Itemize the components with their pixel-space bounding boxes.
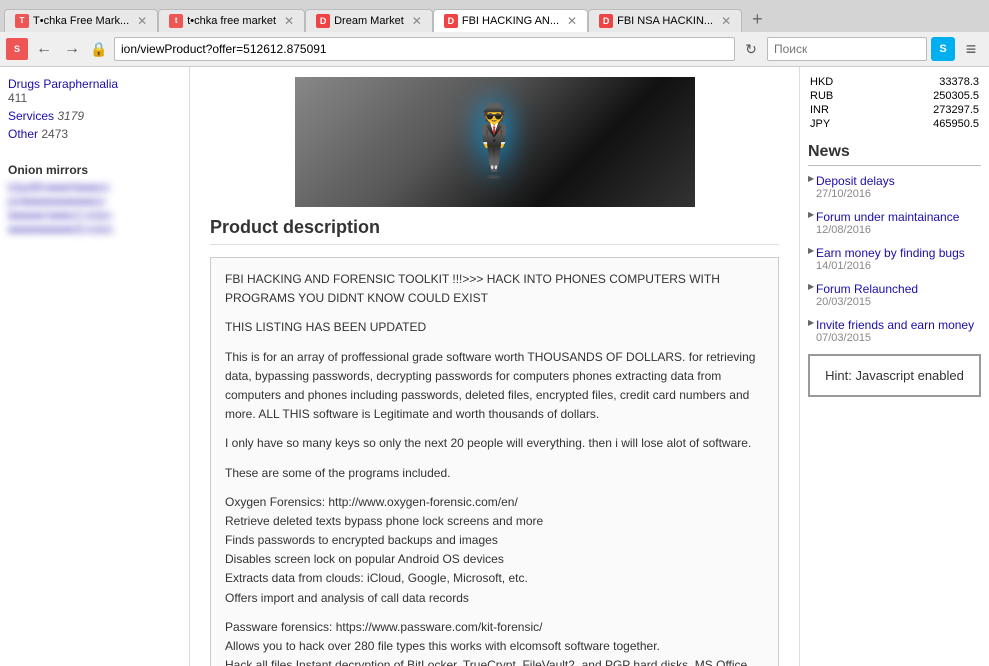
- product-image-inner: 🕴: [295, 77, 695, 207]
- reload-button[interactable]: ↻: [739, 37, 763, 61]
- hint-box: Hint: Javascript enabled: [808, 354, 981, 397]
- tab-2-favicon: t: [169, 14, 183, 28]
- onion-mirrors-title: Onion mirrors: [0, 155, 189, 181]
- currency-row-inr: INR 273297.5: [808, 103, 981, 117]
- hint-text: Hint: Javascript enabled: [825, 368, 964, 383]
- tab-4-close[interactable]: ✕: [567, 14, 577, 28]
- mirror-2[interactable]: jor●●●●●●●●●●●on: [0, 195, 189, 209]
- product-image-area: 🕴: [190, 67, 799, 217]
- mirror-3[interactable]: ●●●●●m●●●v2.onion: [0, 209, 189, 223]
- address-bar-row: S ← → 🔒 ↻ S ≡: [0, 32, 989, 66]
- news-item-4: Forum Relaunched 20/03/2015: [808, 282, 981, 308]
- desc-box: FBI HACKING AND FORENSIC TOOLKIT !!!>>> …: [210, 257, 779, 666]
- product-desc-title: Product description: [210, 217, 779, 245]
- tab-bar: T T•chka Free Mark... ✕ t t•chka free ma…: [0, 0, 989, 32]
- desc-para-6: Oxygen Forensics: http://www.oxygen-fore…: [225, 493, 764, 608]
- currency-code-rub: RUB: [808, 89, 869, 103]
- news-link-1[interactable]: Deposit delays: [816, 174, 981, 188]
- right-panel: HKD 33378.3 RUB 250305.5 INR 273297.5 JP…: [799, 67, 989, 666]
- news-date-3: 14/01/2016: [816, 260, 981, 272]
- services-link[interactable]: Services 3179: [8, 109, 84, 123]
- currency-row-hkd: HKD 33378.3: [808, 75, 981, 89]
- news-date-5: 07/03/2015: [816, 332, 981, 344]
- news-link-4[interactable]: Forum Relaunched: [816, 282, 981, 296]
- news-link-2[interactable]: Forum under maintainance: [816, 210, 981, 224]
- currency-value-jpy: 465950.5: [869, 117, 981, 131]
- services-count: 3179: [57, 109, 84, 123]
- tab-3-close[interactable]: ✕: [412, 14, 422, 28]
- product-description: Product description FBI HACKING AND FORE…: [190, 217, 799, 666]
- tab-5-close[interactable]: ✕: [721, 14, 731, 28]
- skype-button[interactable]: S: [931, 37, 955, 61]
- tab-5[interactable]: D FBI NSA HACKIN... ✕: [588, 9, 742, 32]
- menu-button[interactable]: ≡: [959, 37, 983, 61]
- news-date-2: 12/08/2016: [816, 224, 981, 236]
- onion-mirrors-section: Onion mirrors lcbydifm●●●4t●●●on jor●●●●…: [0, 155, 189, 237]
- tab-1-label: T•chka Free Mark...: [33, 15, 129, 27]
- back-button[interactable]: ←: [32, 37, 56, 61]
- currency-value-hkd: 33378.3: [869, 75, 981, 89]
- tab-5-favicon: D: [599, 14, 613, 28]
- address-input[interactable]: [114, 37, 735, 61]
- drugs-link[interactable]: Drugs Paraphernalia: [8, 77, 118, 91]
- security-icon: 🔒: [88, 38, 110, 60]
- product-image: 🕴: [295, 77, 695, 207]
- tab-1[interactable]: T T•chka Free Mark... ✕: [4, 9, 158, 32]
- browser-logo: S: [6, 38, 28, 60]
- news-item-3: Earn money by finding bugs 14/01/2016: [808, 246, 981, 272]
- desc-para-1: FBI HACKING AND FORENSIC TOOLKIT !!!>>> …: [225, 270, 764, 308]
- tab-4[interactable]: D FBI HACKING AN... ✕: [433, 9, 588, 32]
- forward-button[interactable]: →: [60, 37, 84, 61]
- tab-4-favicon: D: [444, 14, 458, 28]
- desc-para-3: This is for an array of proffessional gr…: [225, 348, 764, 425]
- tab-5-label: FBI NSA HACKIN...: [617, 15, 713, 27]
- mirror-4[interactable]: ●●●●●●●●●●3l.onion: [0, 223, 189, 237]
- news-date-1: 27/10/2016: [816, 188, 981, 200]
- desc-para-7: Passware forensics: https://www.passware…: [225, 618, 764, 666]
- search-input[interactable]: [767, 37, 927, 61]
- product-area: 🕴 Product description FBI HACKING AND FO…: [190, 67, 799, 666]
- tab-2[interactable]: t t•chka free market ✕: [158, 9, 305, 32]
- news-date-4: 20/03/2015: [816, 296, 981, 308]
- new-tab-button[interactable]: +: [742, 6, 773, 32]
- tab-3-favicon: D: [316, 14, 330, 28]
- news-title: News: [808, 143, 981, 166]
- mirror-1[interactable]: lcbydifm●●●4t●●●on: [0, 181, 189, 195]
- currency-code-jpy: JPY: [808, 117, 869, 131]
- other-link[interactable]: Other 2473: [8, 127, 68, 141]
- sidebar: Drugs Paraphernalia 411 Services 3179 Ot…: [0, 67, 190, 666]
- tab-3[interactable]: D Dream Market ✕: [305, 9, 433, 32]
- page: Drugs Paraphernalia 411 Services 3179 Ot…: [0, 67, 989, 666]
- news-link-5[interactable]: Invite friends and earn money: [816, 318, 981, 332]
- sidebar-item-services[interactable]: Services 3179: [0, 107, 189, 125]
- desc-para-5: These are some of the programs included.: [225, 464, 764, 483]
- currency-value-inr: 273297.5: [869, 103, 981, 117]
- drugs-count: 411: [8, 91, 181, 105]
- currency-table: HKD 33378.3 RUB 250305.5 INR 273297.5 JP…: [808, 75, 981, 131]
- news-item-1: Deposit delays 27/10/2016: [808, 174, 981, 200]
- hacker-figure-icon: 🕴: [451, 101, 538, 183]
- desc-para-4: I only have so many keys so only the nex…: [225, 434, 764, 453]
- news-link-3[interactable]: Earn money by finding bugs: [816, 246, 981, 260]
- tab-4-label: FBI HACKING AN...: [462, 15, 559, 27]
- currency-value-rub: 250305.5: [869, 89, 981, 103]
- tab-2-label: t•chka free market: [187, 15, 276, 27]
- sidebar-item-drugs[interactable]: Drugs Paraphernalia 411: [0, 75, 189, 107]
- news-item-2: Forum under maintainance 12/08/2016: [808, 210, 981, 236]
- currency-row-rub: RUB 250305.5: [808, 89, 981, 103]
- news-item-5: Invite friends and earn money 07/03/2015: [808, 318, 981, 344]
- currency-row-jpy: JPY 465950.5: [808, 117, 981, 131]
- tab-3-label: Dream Market: [334, 15, 404, 27]
- other-count: 2473: [41, 127, 68, 141]
- tab-1-favicon: T: [15, 14, 29, 28]
- main-content: 🕴 Product description FBI HACKING AND FO…: [190, 67, 989, 666]
- tab-1-close[interactable]: ✕: [137, 14, 147, 28]
- browser-chrome: T T•chka Free Mark... ✕ t t•chka free ma…: [0, 0, 989, 67]
- sidebar-item-other[interactable]: Other 2473: [0, 125, 189, 143]
- currency-code-hkd: HKD: [808, 75, 869, 89]
- tab-2-close[interactable]: ✕: [284, 14, 294, 28]
- desc-para-2: THIS LISTING HAS BEEN UPDATED: [225, 318, 764, 337]
- currency-code-inr: INR: [808, 103, 869, 117]
